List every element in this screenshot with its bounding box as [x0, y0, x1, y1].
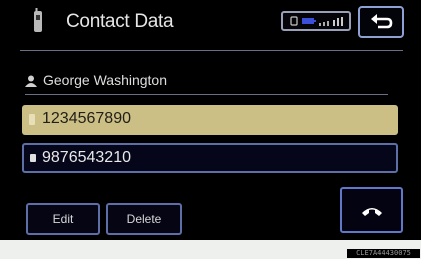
contact-data-screen: Contact Data George Washington 123456789… [0, 0, 421, 240]
handset-icon [362, 208, 382, 216]
phone-number-row-1[interactable]: 1234567890 [22, 105, 398, 135]
contact-name: George Washington [43, 72, 167, 88]
back-arrow-icon [371, 14, 393, 29]
edit-button[interactable]: Edit [26, 203, 100, 235]
phone-number-row-2[interactable]: 9876543210 [22, 143, 398, 173]
phone-number: 1234567890 [42, 110, 131, 127]
call-button[interactable] [340, 187, 403, 233]
mobile-phone-icon [29, 114, 35, 125]
battery-icon [302, 18, 316, 24]
contact-name-row: George Washington [23, 68, 386, 94]
image-code: CLE7A44430075 [347, 249, 420, 258]
back-button[interactable] [358, 6, 404, 38]
signal-bars-icon [319, 17, 343, 26]
phone-number: 9876543210 [42, 149, 131, 166]
status-indicator [281, 11, 351, 31]
phone-icon [34, 8, 42, 32]
name-divider [25, 94, 388, 95]
delete-button[interactable]: Delete [106, 203, 182, 235]
person-icon [25, 75, 37, 87]
header-divider [20, 50, 403, 51]
page-title: Contact Data [66, 11, 174, 32]
phone-icon [290, 16, 298, 26]
mobile-phone-icon [30, 154, 36, 162]
